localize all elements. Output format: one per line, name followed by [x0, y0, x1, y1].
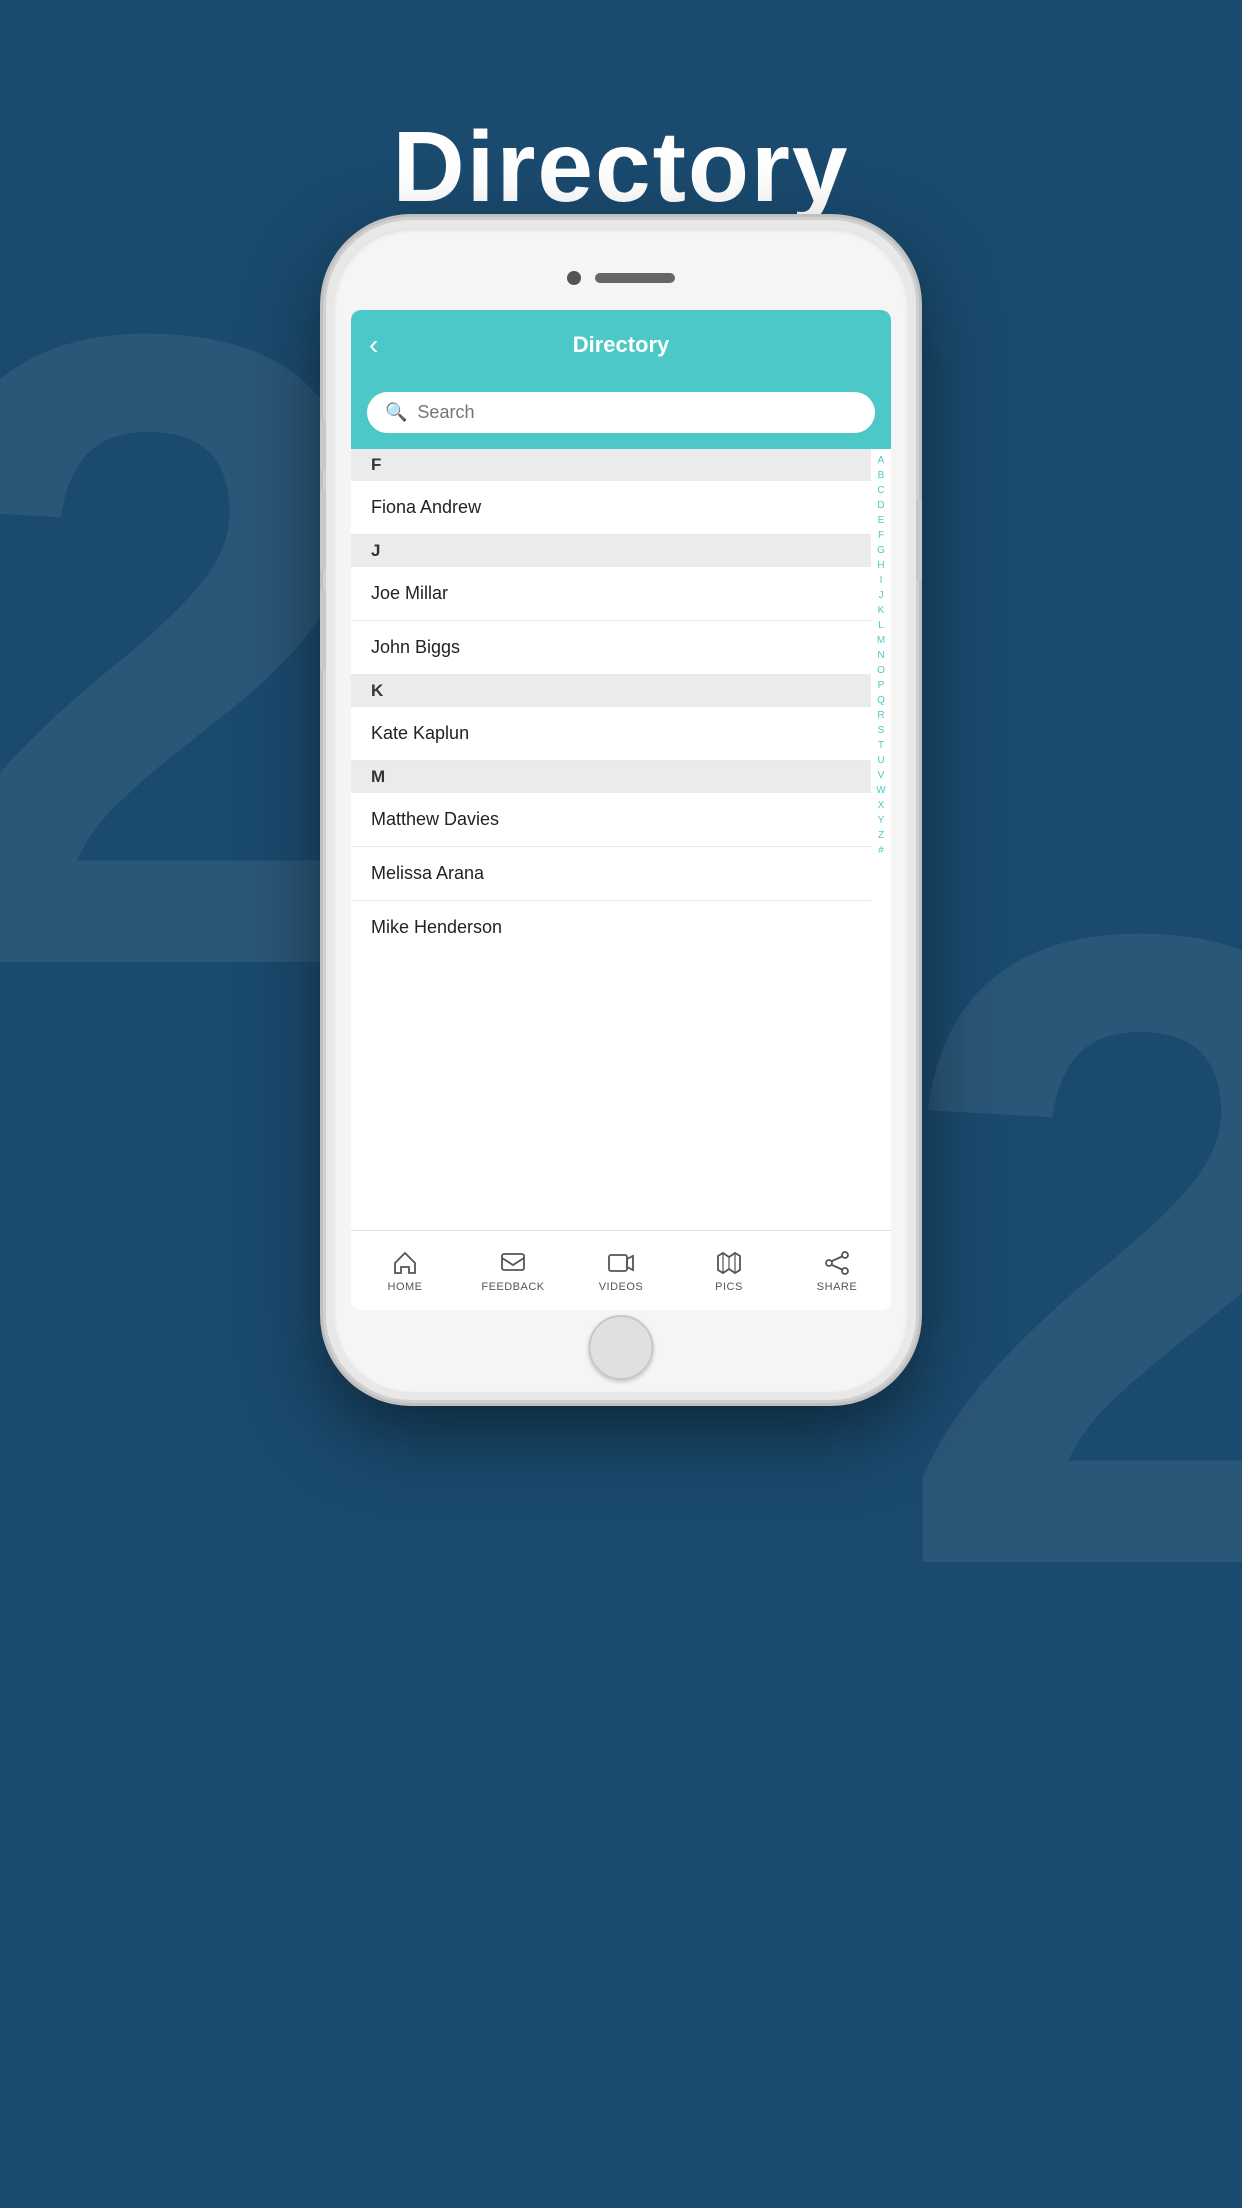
contact-kate-kaplun[interactable]: Kate Kaplun: [351, 707, 871, 761]
home-icon: [391, 1249, 419, 1277]
alpha-b[interactable]: B: [878, 468, 885, 483]
alpha-m[interactable]: M: [877, 633, 885, 648]
alpha-d[interactable]: D: [877, 498, 884, 513]
phone-wrapper: ‹ Directory 🔍 F Fiona Andrew J Joe M: [326, 220, 916, 1400]
section-header-f: F: [351, 449, 871, 481]
contact-joe-millar[interactable]: Joe Millar: [351, 567, 871, 621]
alpha-hash[interactable]: #: [878, 843, 884, 858]
earpiece-speaker: [595, 273, 675, 283]
alpha-u[interactable]: U: [877, 753, 884, 768]
contact-fiona-andrew[interactable]: Fiona Andrew: [351, 481, 871, 535]
page-title: Directory: [0, 110, 1242, 225]
search-area: 🔍: [351, 380, 891, 449]
videos-icon: [607, 1249, 635, 1277]
search-bar: 🔍: [367, 392, 875, 433]
alpha-q[interactable]: Q: [877, 693, 885, 708]
contact-mike-henderson[interactable]: Mike Henderson: [351, 901, 871, 954]
alpha-t[interactable]: T: [878, 738, 884, 753]
alpha-y[interactable]: Y: [878, 813, 885, 828]
alpha-s[interactable]: S: [878, 723, 885, 738]
app-header: ‹ Directory: [351, 310, 891, 380]
pics-icon: [715, 1249, 743, 1277]
alpha-j[interactable]: J: [879, 588, 884, 603]
alpha-k[interactable]: K: [878, 603, 885, 618]
alpha-o[interactable]: O: [877, 663, 885, 678]
phone-top-bar: [326, 250, 916, 305]
search-icon: 🔍: [385, 402, 407, 423]
back-button[interactable]: ‹: [369, 329, 378, 361]
alpha-f[interactable]: F: [878, 528, 884, 543]
alpha-h[interactable]: H: [877, 558, 884, 573]
tab-videos-label: VIDEOS: [599, 1281, 644, 1293]
list-content: F Fiona Andrew J Joe Millar John Biggs K…: [351, 449, 891, 1230]
tab-pics[interactable]: PICS: [675, 1249, 783, 1293]
section-header-k: K: [351, 675, 871, 707]
contact-john-biggs[interactable]: John Biggs: [351, 621, 871, 675]
tab-share-label: SHARE: [817, 1281, 857, 1293]
tab-share[interactable]: SHARE: [783, 1249, 891, 1293]
tab-pics-label: PICS: [715, 1281, 743, 1293]
power-button: [916, 500, 922, 580]
alpha-i[interactable]: I: [880, 573, 883, 588]
mute-button: [320, 420, 326, 470]
tab-feedback-label: FEEDBACK: [481, 1281, 544, 1293]
alpha-v[interactable]: V: [878, 768, 885, 783]
contact-matthew-davies[interactable]: Matthew Davies: [351, 793, 871, 847]
alpha-p[interactable]: P: [878, 678, 885, 693]
alpha-r[interactable]: R: [877, 708, 884, 723]
tab-feedback[interactable]: FEEDBACK: [459, 1249, 567, 1293]
alphabet-index: A B C D E F G H I J K L M N O P Q: [871, 449, 891, 1230]
alpha-x[interactable]: X: [878, 798, 885, 813]
tab-home-label: HOME: [388, 1281, 423, 1293]
alpha-e[interactable]: E: [878, 513, 885, 528]
alpha-l[interactable]: L: [878, 618, 884, 633]
alpha-z[interactable]: Z: [878, 828, 884, 843]
phone-shell: ‹ Directory 🔍 F Fiona Andrew J Joe M: [326, 220, 916, 1400]
home-button[interactable]: [589, 1315, 654, 1380]
bg-number-right: 2: [891, 800, 1242, 1700]
volume-down-button: [320, 590, 326, 670]
tab-bar: HOME FEEDBACK VIDEOS: [351, 1230, 891, 1310]
alpha-n[interactable]: N: [877, 648, 884, 663]
phone-screen: ‹ Directory 🔍 F Fiona Andrew J Joe M: [351, 310, 891, 1310]
alpha-w[interactable]: W: [876, 783, 885, 798]
tab-home[interactable]: HOME: [351, 1249, 459, 1293]
contact-list: F Fiona Andrew J Joe Millar John Biggs K…: [351, 449, 871, 1230]
header-title: Directory: [573, 332, 670, 358]
feedback-icon: [499, 1249, 527, 1277]
share-icon: [823, 1249, 851, 1277]
alpha-a[interactable]: A: [878, 453, 885, 468]
alpha-c[interactable]: C: [877, 483, 884, 498]
section-header-j: J: [351, 535, 871, 567]
tab-videos[interactable]: VIDEOS: [567, 1249, 675, 1293]
alpha-g[interactable]: G: [877, 543, 885, 558]
front-camera: [567, 271, 581, 285]
volume-up-button: [320, 490, 326, 570]
search-input[interactable]: [417, 402, 857, 423]
section-header-m: M: [351, 761, 871, 793]
contact-melissa-arana[interactable]: Melissa Arana: [351, 847, 871, 901]
